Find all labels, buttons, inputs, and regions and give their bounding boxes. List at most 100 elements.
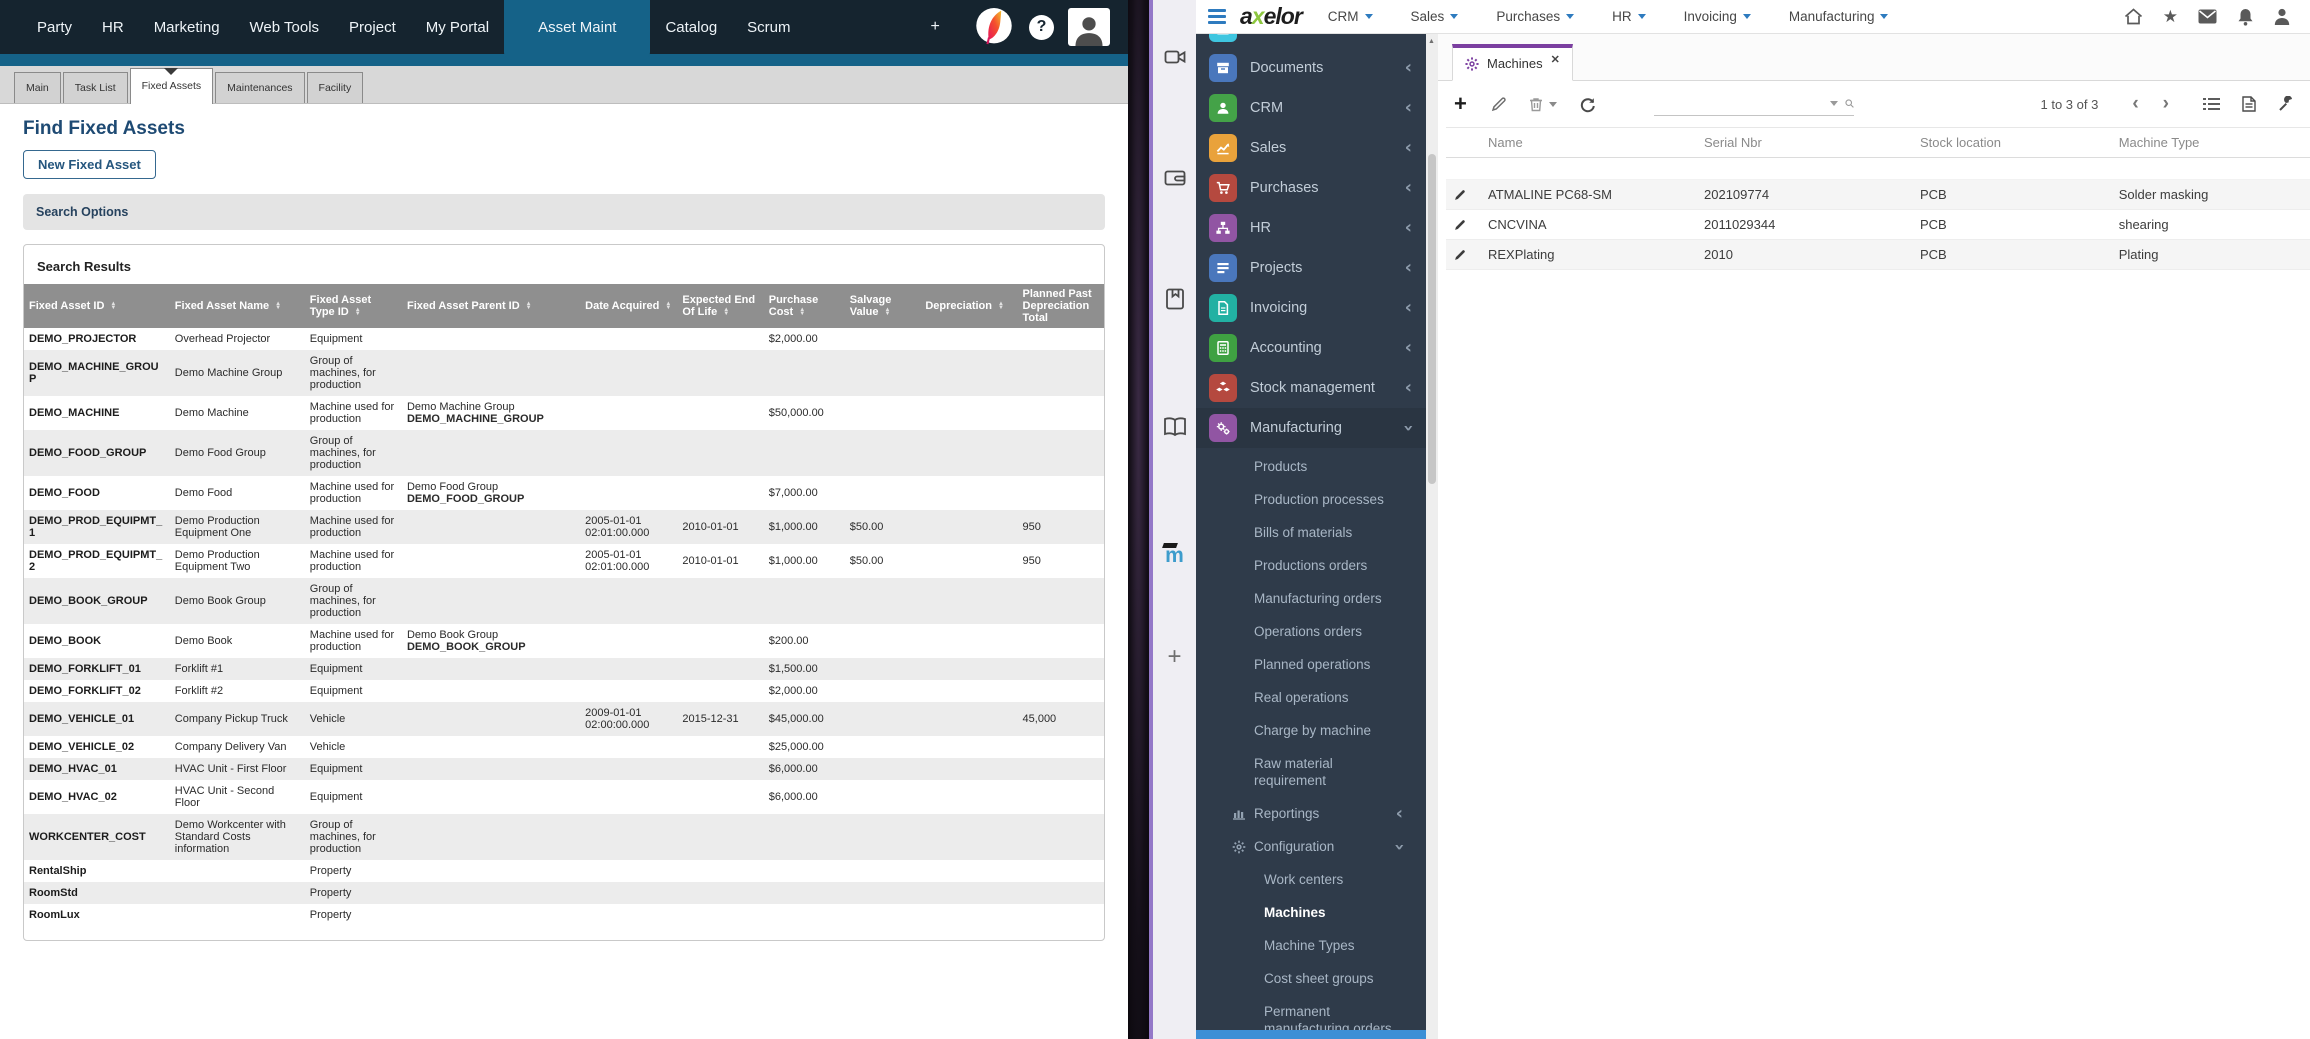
- ofbiz-nav-item-hr[interactable]: HR: [87, 0, 139, 54]
- fixed-asset-id-cell[interactable]: DEMO_MACHINE_GROUP: [24, 350, 170, 396]
- column-header-salvage-value[interactable]: Salvage Value ▲ ▼: [844, 284, 921, 328]
- column-header-fixed-asset-type-id[interactable]: Fixed Asset Type ID ▲ ▼: [304, 284, 402, 328]
- tab-maintenances[interactable]: Maintenances: [215, 72, 305, 103]
- sidebar-item-machine-types[interactable]: Machine Types: [1196, 929, 1421, 962]
- menu-crm[interactable]: CRM: [1328, 9, 1373, 24]
- sort-icon[interactable]: ▲ ▼: [110, 301, 116, 311]
- sidebar-item-purchases[interactable]: Purchases ‹: [1196, 168, 1426, 208]
- sort-icon[interactable]: ▲ ▼: [998, 301, 1004, 311]
- open-book-icon[interactable]: [1162, 414, 1188, 440]
- sidebar-item-crm[interactable]: CRM ‹: [1196, 88, 1426, 128]
- ofbiz-nav-item-marketing[interactable]: Marketing: [139, 0, 235, 54]
- column-header-expected-end-of-life[interactable]: Expected End Of Life ▲ ▼: [677, 284, 764, 328]
- sidebar-item-charge-by-machine[interactable]: Charge by machine: [1196, 714, 1421, 747]
- hamburger-menu-icon[interactable]: [1208, 9, 1226, 24]
- tab-machines[interactable]: Machines ✕: [1452, 44, 1573, 81]
- sidebar-item-hr[interactable]: HR ‹: [1196, 208, 1426, 248]
- add-tab-plus-icon[interactable]: +: [1162, 643, 1188, 670]
- fixed-asset-id-cell[interactable]: DEMO_PROD_EQUIPMT_1: [24, 510, 170, 544]
- ofbiz-nav-item-add-app[interactable]: +: [916, 0, 955, 54]
- sidebar-item-accounting[interactable]: Accounting ‹: [1196, 328, 1426, 368]
- sort-icon[interactable]: ▲ ▼: [275, 301, 281, 311]
- form-view-icon[interactable]: [2242, 96, 2256, 112]
- menu-purchases[interactable]: Purchases: [1496, 9, 1575, 24]
- machine-row[interactable]: REXPlating 2010 PCB Plating: [1446, 239, 2310, 270]
- sort-icon[interactable]: ▲ ▼: [665, 301, 671, 311]
- edit-pencil-icon[interactable]: [1454, 219, 1472, 231]
- ofbiz-nav-item-scrum[interactable]: Scrum: [732, 0, 805, 54]
- help-icon[interactable]: ?: [1029, 14, 1054, 40]
- tab-main[interactable]: Main: [14, 72, 61, 103]
- ofbiz-nav-item-web-tools[interactable]: Web Tools: [235, 0, 335, 54]
- moodle-icon[interactable]: m: [1162, 543, 1188, 569]
- fixed-asset-id-cell[interactable]: RoomLux: [24, 904, 170, 926]
- ofbiz-nav-item-project[interactable]: Project: [334, 0, 411, 54]
- next-page-icon[interactable]: ›: [2151, 94, 2181, 113]
- sidebar-item-planned-operations[interactable]: Planned operations: [1196, 648, 1421, 681]
- fixed-asset-id-cell[interactable]: DEMO_FOOD: [24, 476, 170, 510]
- column-header-fixed-asset-id[interactable]: Fixed Asset ID ▲ ▼: [24, 284, 170, 328]
- fixed-asset-id-cell[interactable]: DEMO_MACHINE: [24, 396, 170, 430]
- sort-icon[interactable]: ▲ ▼: [885, 307, 891, 317]
- sidebar-item-projects[interactable]: Projects ‹: [1196, 248, 1426, 288]
- scrollbar-up-arrow[interactable]: ▲: [1428, 38, 1435, 45]
- fixed-asset-id-cell[interactable]: WORKCENTER_COST: [24, 814, 170, 860]
- tab-fixed-assets[interactable]: Fixed Assets: [129, 68, 214, 104]
- new-fixed-asset-button[interactable]: New Fixed Asset: [23, 150, 156, 179]
- sidebar-item-reportings[interactable]: Reportings ‹: [1196, 797, 1421, 830]
- menu-invoicing[interactable]: Invoicing: [1684, 9, 1751, 24]
- video-camera-icon[interactable]: [1162, 44, 1188, 70]
- fixed-asset-id-cell[interactable]: DEMO_FOOD_GROUP: [24, 430, 170, 476]
- star-icon[interactable]: ★: [2163, 7, 2178, 27]
- sidebar-item-productions-orders[interactable]: Productions orders: [1196, 549, 1421, 582]
- grid-view-icon[interactable]: [2203, 96, 2220, 112]
- column-header-fixed-asset-parent-id[interactable]: Fixed Asset Parent ID ▲ ▼: [401, 284, 581, 328]
- bookmarked-book-icon[interactable]: [1162, 286, 1188, 312]
- scrollbar-thumb[interactable]: [1428, 154, 1436, 484]
- machine-row[interactable]: ATMALINE PC68-SM 202109774 PCB Solder maski…: [1446, 179, 2310, 210]
- fixed-asset-id-cell[interactable]: DEMO_VEHICLE_01: [24, 702, 170, 736]
- sidebar-item-raw-material-requirement[interactable]: Raw material requirement: [1196, 747, 1421, 797]
- user-icon[interactable]: [2274, 8, 2290, 25]
- column-header-purchase-cost[interactable]: Purchase Cost ▲ ▼: [763, 284, 845, 328]
- ofbiz-nav-item-catalog[interactable]: Catalog: [650, 0, 732, 54]
- column-header-name[interactable]: Name: [1480, 127, 1696, 158]
- wrench-settings-icon[interactable]: [2278, 96, 2294, 112]
- edit-record-button[interactable]: [1491, 96, 1507, 112]
- sidebar-item-operations-orders[interactable]: Operations orders: [1196, 615, 1421, 648]
- sidebar-item-manufacturing[interactable]: Manufacturing ‹: [1196, 408, 1426, 448]
- previous-page-icon[interactable]: ‹: [2120, 94, 2150, 113]
- sort-icon[interactable]: ▲ ▼: [526, 301, 532, 311]
- menu-manufacturing[interactable]: Manufacturing: [1789, 9, 1889, 24]
- home-icon[interactable]: [2124, 8, 2143, 25]
- search-input[interactable]: [1653, 96, 1830, 111]
- fixed-asset-id-cell[interactable]: DEMO_HVAC_01: [24, 758, 170, 780]
- tab-facility[interactable]: Facility: [306, 72, 364, 103]
- edit-pencil-icon[interactable]: [1454, 189, 1472, 201]
- close-tab-icon[interactable]: ✕: [1551, 53, 1560, 66]
- sidebar-item-work-centers[interactable]: Work centers: [1196, 863, 1421, 896]
- fixed-asset-id-cell[interactable]: DEMO_PROD_EQUIPMT_2: [24, 544, 170, 578]
- fixed-asset-id-cell[interactable]: DEMO_HVAC_02: [24, 780, 170, 814]
- tab-task-list[interactable]: Task List: [62, 72, 128, 103]
- sidebar-scrollbar[interactable]: ▲: [1426, 34, 1438, 1039]
- fixed-asset-id-cell[interactable]: DEMO_FORKLIFT_02: [24, 680, 170, 702]
- sidebar-item-products[interactable]: Products: [1196, 450, 1421, 483]
- grid-search-field[interactable]: [1653, 92, 1854, 116]
- sort-icon[interactable]: ▲ ▼: [355, 307, 361, 317]
- sidebar-item-cost-sheet-groups[interactable]: Cost sheet groups: [1196, 962, 1421, 995]
- bell-icon[interactable]: [2237, 8, 2254, 26]
- ofbiz-nav-item-asset-maint[interactable]: Asset Maint: [504, 0, 651, 60]
- sidebar-item-machines[interactable]: Machines: [1196, 896, 1421, 929]
- fixed-asset-id-cell[interactable]: DEMO_FORKLIFT_01: [24, 658, 170, 680]
- delete-record-button[interactable]: [1529, 96, 1557, 112]
- column-header-fixed-asset-name[interactable]: Fixed Asset Name ▲ ▼: [169, 284, 305, 328]
- menu-hr[interactable]: HR: [1612, 9, 1646, 24]
- sidebar-item-bills-of-materials[interactable]: Bills of materials: [1196, 516, 1421, 549]
- menu-sales[interactable]: Sales: [1411, 9, 1459, 24]
- delete-dropdown-caret[interactable]: [1548, 101, 1557, 107]
- sidebar-item-real-operations[interactable]: Real operations: [1196, 681, 1421, 714]
- column-header-stock-location[interactable]: Stock location: [1912, 127, 2111, 158]
- column-header-date-acquired[interactable]: Date Acquired ▲ ▼: [580, 284, 678, 328]
- axelor-logo[interactable]: axelor: [1240, 3, 1303, 30]
